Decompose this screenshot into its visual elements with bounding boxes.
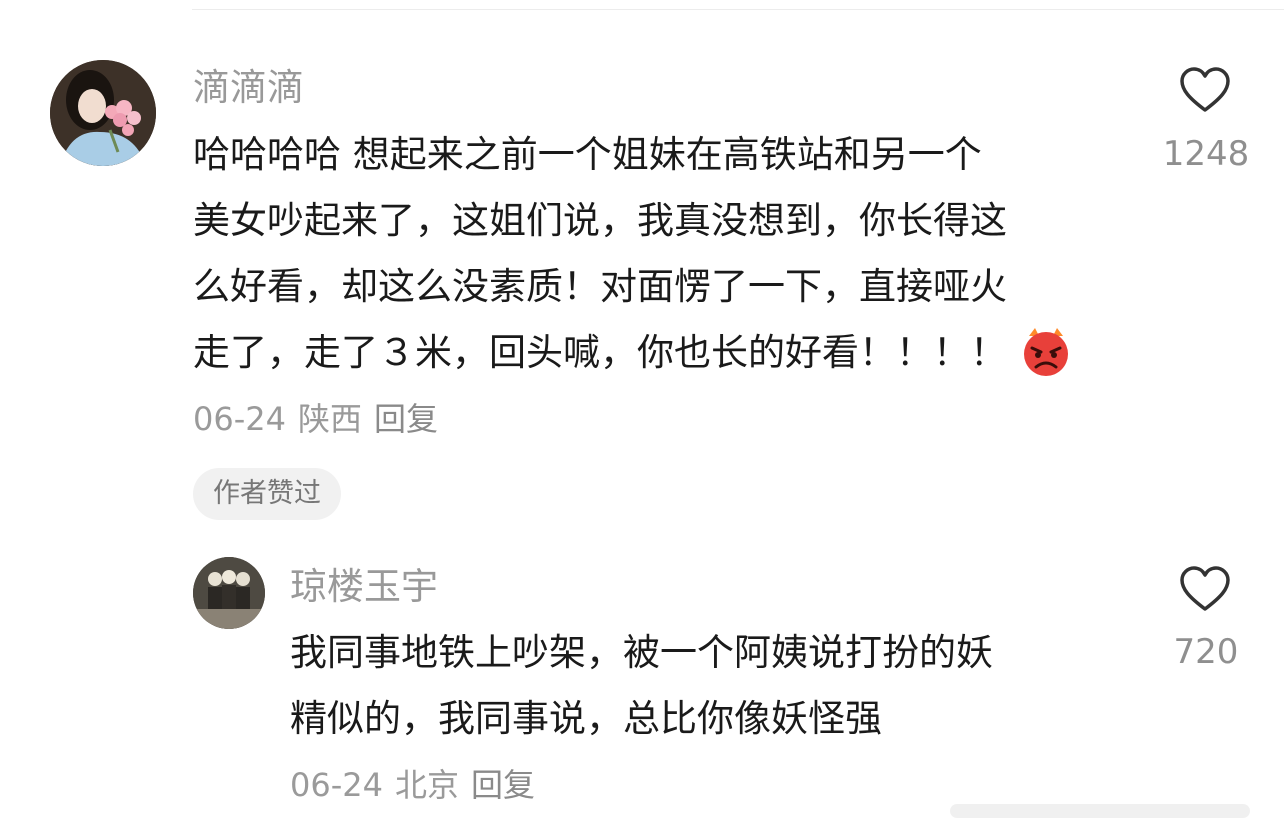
- reply-text: 我同事地铁上吵架，被一个阿姨说打扮的妖 精似的，我同事说，总比你像妖怪强: [290, 620, 993, 752]
- watermark: [950, 804, 1250, 818]
- comment-meta: 06-24 陕西 回复: [193, 399, 450, 439]
- commenter-avatar[interactable]: [50, 60, 156, 166]
- comment-line-last: 走了，走了３米，回头喊，你也长的好看！！！！: [193, 320, 1073, 386]
- heart-outline-icon[interactable]: [1179, 565, 1231, 613]
- avatar-image: [50, 60, 156, 166]
- comment-date: 06-24: [193, 400, 286, 438]
- reply-line: 精似的，我同事说，总比你像妖怪强: [290, 697, 882, 740]
- reply-line: 我同事地铁上吵架，被一个阿姨说打扮的妖: [290, 631, 993, 674]
- comment-line: 美女吵起来了，这姐们说，我真没想到，你长得这: [193, 199, 1007, 242]
- comment-line: 么好看，却这么没素质！对面愣了一下，直接哑火: [193, 265, 1007, 308]
- reply-meta: 06-24 北京 回复: [290, 765, 547, 805]
- comment-text: 哈哈哈哈 想起来之前一个姐妹在高铁站和另一个 美女吵起来了，这姐们说，我真没想到…: [193, 122, 1073, 386]
- commenter-username[interactable]: 滴滴滴: [193, 66, 304, 110]
- avatar-image: [193, 557, 265, 629]
- reply-avatar[interactable]: [193, 557, 265, 629]
- angry-face-emoji: [1024, 327, 1068, 376]
- reply-username[interactable]: 琼楼玉宇: [290, 565, 438, 609]
- reply-button[interactable]: 回复: [471, 766, 535, 804]
- comment-location: 陕西: [297, 400, 362, 438]
- reply-location: 北京: [394, 766, 459, 804]
- like-count: 1248: [1162, 134, 1250, 174]
- like-count: 720: [1173, 632, 1239, 672]
- author-liked-badge: 作者赞过: [193, 468, 341, 520]
- comment-line: 哈哈哈哈 想起来之前一个姐妹在高铁站和另一个: [193, 133, 982, 176]
- reply-date: 06-24: [290, 766, 383, 804]
- comment-line: 走了，走了３米，回头喊，你也长的好看！！！！: [193, 331, 1007, 374]
- reply-button[interactable]: 回复: [374, 400, 438, 438]
- top-divider: [192, 9, 1284, 10]
- heart-outline-icon[interactable]: [1179, 66, 1231, 114]
